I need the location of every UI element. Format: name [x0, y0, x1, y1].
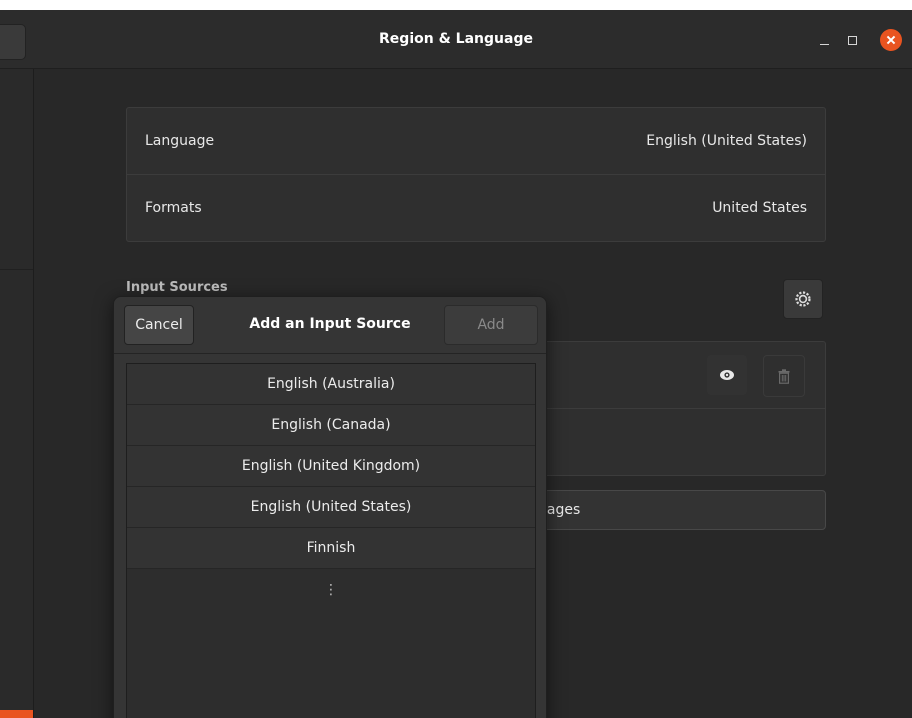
eye-icon: [720, 370, 734, 380]
more-languages-icon[interactable]: ⋮: [127, 570, 535, 610]
minimize-icon[interactable]: [814, 30, 834, 50]
list-item[interactable]: English (Australia): [127, 364, 535, 405]
formats-value: United States: [712, 200, 807, 216]
maximize-icon[interactable]: [842, 30, 862, 50]
input-source-list: English (Australia) English (Canada) Eng…: [126, 363, 536, 718]
add-input-source-dialog: Cancel Add an Input Source Add English (…: [113, 296, 547, 718]
list-item[interactable]: English (United Kingdom): [127, 446, 535, 487]
language-label: Language: [145, 133, 215, 149]
preview-button[interactable]: [707, 355, 747, 395]
gear-icon: [795, 291, 811, 307]
list-item[interactable]: English (United States): [127, 487, 535, 528]
input-options-button[interactable]: [783, 279, 823, 319]
language-value: English (United States): [646, 133, 807, 149]
list-item[interactable]: English (Canada): [127, 405, 535, 446]
window-title: Region & Language: [379, 31, 533, 47]
dialog-header: Cancel Add an Input Source Add: [114, 297, 546, 354]
cancel-button[interactable]: Cancel: [124, 305, 194, 345]
sidebar: [0, 69, 34, 718]
settings-window: Region & Language Language English (Unit…: [0, 10, 912, 718]
formats-row[interactable]: Formats United States: [127, 175, 825, 241]
remove-button[interactable]: [763, 355, 805, 397]
language-row[interactable]: Language English (United States): [127, 108, 825, 175]
dialog-title: Add an Input Source: [249, 316, 411, 332]
sidebar-divider: [0, 269, 33, 270]
close-icon[interactable]: [880, 29, 902, 51]
input-sources-heading: Input Sources: [126, 280, 228, 295]
trash-icon: [778, 368, 790, 384]
list-item[interactable]: Finnish: [127, 528, 535, 569]
language-formats-card: Language English (United States) Formats…: [126, 107, 826, 242]
sidebar-selected-indicator: [0, 710, 33, 718]
add-button[interactable]: Add: [444, 305, 538, 345]
header-bar: Region & Language: [0, 10, 912, 69]
formats-label: Formats: [145, 200, 202, 216]
